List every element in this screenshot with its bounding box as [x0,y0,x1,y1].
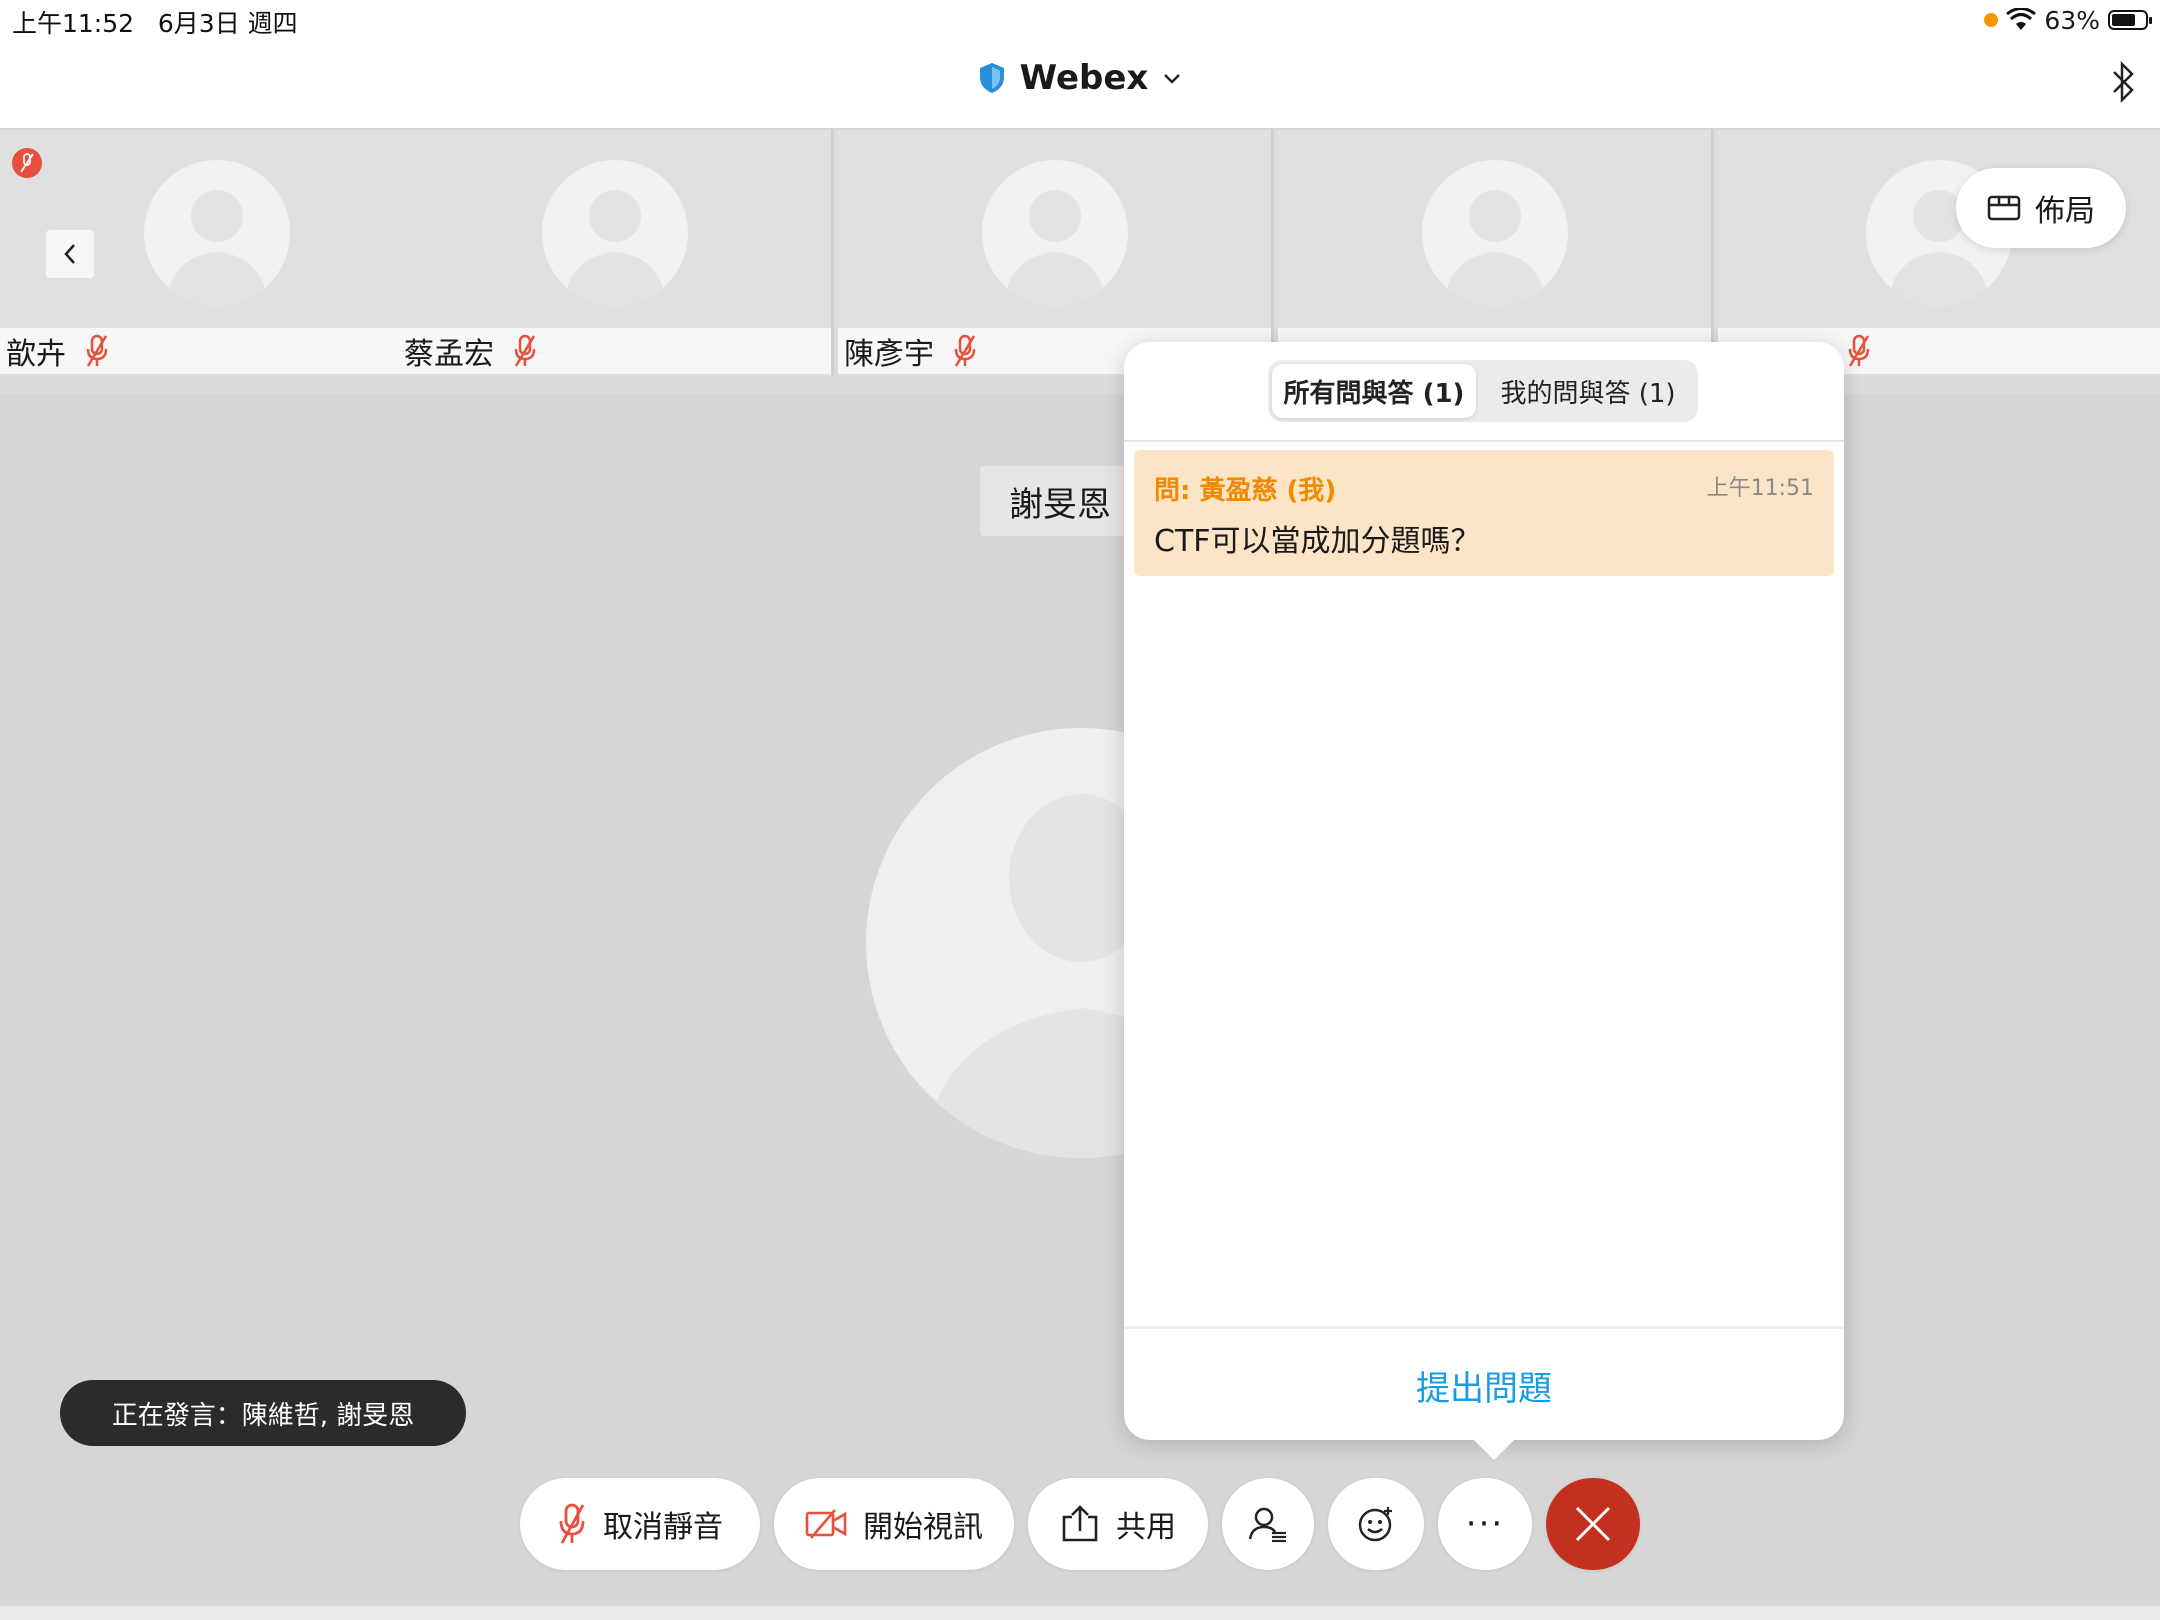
share-icon [1062,1505,1098,1542]
divider [1124,440,1844,442]
popover-arrow [1472,1438,1516,1460]
tab-my-qa[interactable]: 我的問與答 (1) [1482,364,1694,418]
more-options-button[interactable]: ··· [1438,1478,1532,1570]
previous-participants-button[interactable] [46,230,94,278]
question-item[interactable]: 問: 黃盈慈 (我) 上午11:51 CTF可以當成加分題嗎？ [1134,450,1834,576]
participant-tile[interactable] [1718,130,2160,376]
unmute-label: 取消靜音 [603,1510,723,1545]
participant-tile[interactable]: 蔡孟宏 [398,130,834,376]
wifi-icon [2006,8,2037,30]
divider [1124,1326,1844,1329]
participant-name: 歆卉 [6,337,66,372]
tab-all-qa-label: 所有問與答 (1) [1283,378,1465,409]
battery-percent: 63% [2044,5,2100,35]
participant-namebar: 歆卉 [0,328,433,374]
reactions-button[interactable] [1328,1478,1424,1570]
qa-popover: 所有問與答 (1) 我的問與答 (1) 問: 黃盈慈 (我) 上午11:51 C… [1124,342,1844,1460]
mic-muted-icon [954,334,976,367]
shield-icon [979,63,1004,93]
participants-icon [1248,1507,1286,1543]
mic-muted-icon [1848,334,1870,367]
participants-button[interactable] [1222,1478,1314,1570]
tab-my-qa-label: 我的問與答 (1) [1500,378,1676,409]
speaking-now-indicator: 正在發言：陳維哲, 謝旻恩 [60,1380,466,1446]
status-bar: 上午11:52 6月3日 週四 63% [0,0,2160,40]
more-options-icon: ··· [1465,1504,1505,1544]
question-asker: 問: 黃盈慈 (我) [1154,476,1337,506]
meeting-header: Webex [0,40,2160,130]
avatar [143,160,290,306]
bluetooth-icon[interactable] [2108,58,2138,106]
status-time: 上午11:52 [12,9,135,38]
meeting-title: Webex [1019,58,1149,98]
question-time: 上午11:51 [1706,476,1814,501]
mic-muted-icon [86,334,108,367]
home-indicator-area [0,1606,2160,1620]
chevron-down-icon [1164,74,1181,84]
mic-muted-icon [514,334,536,367]
battery-icon [2108,10,2152,30]
speaking-now-text: 正在發言：陳維哲, 謝旻恩 [111,1400,415,1431]
ask-question-button[interactable]: 提出問題 [1124,1332,1844,1438]
start-video-button[interactable]: 開始視訊 [774,1478,1014,1570]
active-speaker-name: 謝旻恩 [1009,484,1111,525]
avatar [1421,160,1568,306]
unmute-button[interactable]: 取消靜音 [520,1478,760,1570]
avatar [541,160,688,306]
participant-name: 陳彥宇 [844,337,934,372]
participant-tile[interactable] [1278,130,1714,376]
layout-button[interactable]: 佈局 [1956,168,2126,248]
participant-tile[interactable]: 陳彥宇 [838,130,1274,376]
participant-namebar: 蔡孟宏 [398,328,831,374]
layout-icon [1987,195,2021,221]
leave-meeting-button[interactable] [1546,1478,1640,1570]
mic-muted-icon [559,1503,585,1544]
meeting-title-button[interactable]: Webex [0,58,2160,98]
video-off-icon [805,1509,847,1539]
emoji-icon [1358,1507,1392,1542]
start-video-label: 開始視訊 [863,1510,983,1545]
share-label: 共用 [1116,1510,1176,1545]
layout-label: 佈局 [2035,194,2095,229]
avatar [981,160,1128,306]
status-right: 63% [1984,4,2152,36]
qa-tab-selector: 所有問與答 (1) 我的問與答 (1) [1268,360,1698,422]
chevron-left-icon [64,244,75,264]
active-speaker-label: 謝旻恩 [980,466,1140,536]
question-text: CTF可以當成加分題嗎？ [1154,524,1481,559]
participant-strip: 歆卉 蔡孟宏 陳彥宇 [0,130,2160,378]
status-datetime: 上午11:52 6月3日 週四 [12,4,298,40]
share-button[interactable]: 共用 [1028,1478,1208,1570]
close-icon [1575,1506,1611,1542]
recording-dot-icon [1984,13,1999,27]
ask-question-label: 提出問題 [1416,1368,1552,1409]
tab-all-qa[interactable]: 所有問與答 (1) [1272,364,1476,418]
status-date: 6月3日 週四 [157,9,298,38]
participant-name: 蔡孟宏 [404,337,494,372]
muted-badge-icon [12,148,42,178]
